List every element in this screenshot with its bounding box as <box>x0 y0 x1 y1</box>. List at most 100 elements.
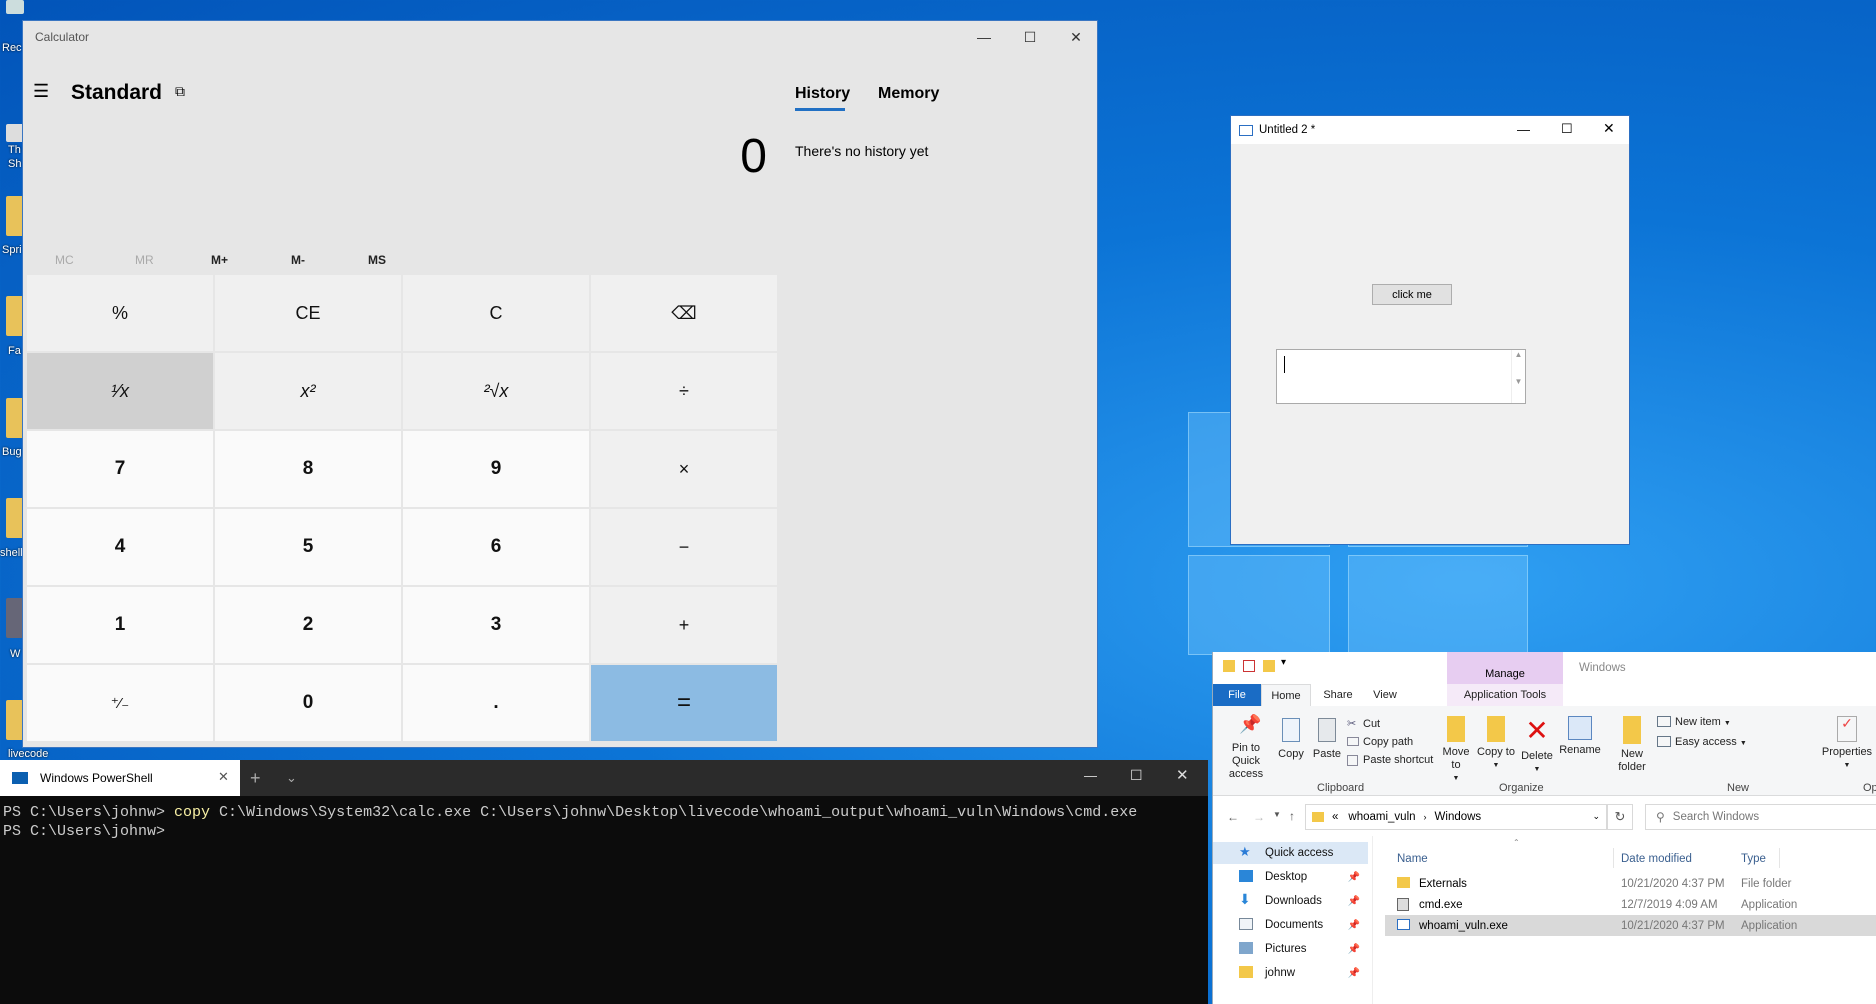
column-type[interactable]: Type <box>1741 853 1766 865</box>
copy-to-button[interactable]: Copy to ▼ <box>1477 716 1515 772</box>
ms-button[interactable]: MS <box>368 253 386 267</box>
terminal-output[interactable]: PS C:\Users\johnw> copy C:\Windows\Syste… <box>0 796 1208 841</box>
tab-view[interactable]: View <box>1363 684 1407 706</box>
nav-desktop[interactable]: Desktop 📌 <box>1213 866 1368 888</box>
cut-button[interactable]: ✂ Cut <box>1347 718 1380 731</box>
digit-6-button[interactable]: 6 <box>403 509 589 585</box>
percent-button[interactable]: % <box>27 275 213 351</box>
digit-0-button[interactable]: 0 <box>215 665 401 741</box>
mc-button[interactable]: MC <box>55 253 74 267</box>
move-to-button[interactable]: Move to ▼ <box>1437 716 1475 785</box>
file-row-selected[interactable]: whoami_vuln.exe 10/21/2020 4:37 PM Appli… <box>1385 915 1876 936</box>
new-tab-icon[interactable]: + <box>250 768 261 789</box>
column-name[interactable]: Name <box>1397 853 1428 865</box>
tab-history[interactable]: History <box>795 85 850 103</box>
desktop-icon[interactable] <box>6 0 24 14</box>
breadcrumb-windows[interactable]: Windows <box>1435 811 1482 823</box>
explorer-titlebar[interactable]: ▾ Manage Windows <box>1213 652 1876 684</box>
digit-4-button[interactable]: 4 <box>27 509 213 585</box>
close-button[interactable]: ✕ <box>1176 766 1189 784</box>
tab-powershell[interactable]: Windows PowerShell ✕ <box>0 760 240 796</box>
easy-access-button[interactable]: Easy access ▼ <box>1657 736 1747 750</box>
manage-context-tab[interactable]: Manage <box>1447 652 1563 684</box>
subtract-button[interactable]: − <box>591 509 777 585</box>
tab-memory[interactable]: Memory <box>878 85 939 103</box>
backspace-button[interactable]: ⌫ <box>591 275 777 351</box>
address-bar[interactable]: « whoami_vuln › Windows ⌄ <box>1305 804 1607 830</box>
breadcrumb-whoami-vuln[interactable]: whoami_vuln <box>1348 811 1415 823</box>
ce-button[interactable]: CE <box>215 275 401 351</box>
negate-button[interactable]: ⁺⁄₋ <box>27 665 213 741</box>
properties-button[interactable]: ✓ Properties ▼ <box>1819 716 1875 772</box>
delete-button[interactable]: ✕ Delete ▼ <box>1519 716 1555 776</box>
hamburger-menu-icon[interactable]: ☰ <box>33 81 49 102</box>
tab-home[interactable]: Home <box>1261 684 1311 706</box>
rename-button[interactable]: Rename <box>1557 716 1603 757</box>
mr-button[interactable]: MR <box>135 253 154 267</box>
minimize-button[interactable]: — <box>1517 122 1530 137</box>
divide-button[interactable]: ÷ <box>591 353 777 429</box>
equals-button[interactable]: = <box>591 665 777 741</box>
search-input[interactable]: ⚲ Search Windows <box>1645 804 1876 830</box>
pin-icon[interactable]: 📌 <box>1348 944 1360 955</box>
digit-8-button[interactable]: 8 <box>215 431 401 507</box>
sqrt-button[interactable]: ²√x <box>403 353 589 429</box>
nav-downloads[interactable]: ⬇ Downloads 📌 <box>1213 890 1368 912</box>
nav-pictures[interactable]: Pictures 📌 <box>1213 938 1368 960</box>
pin-icon[interactable]: 📌 <box>1348 920 1360 931</box>
maximize-button[interactable]: ☐ <box>1561 121 1573 137</box>
pin-icon[interactable]: 📌 <box>1348 896 1360 907</box>
c-button[interactable]: C <box>403 275 589 351</box>
file-row[interactable]: cmd.exe 12/7/2019 4:09 AM Application <box>1385 894 1876 915</box>
close-tab-icon[interactable]: ✕ <box>218 769 229 785</box>
minimize-button[interactable]: — <box>961 21 1007 53</box>
customize-toolbar-icon[interactable]: ▾ <box>1281 657 1286 668</box>
copy-path-button[interactable]: Copy path <box>1347 736 1413 749</box>
new-folder-icon[interactable] <box>1263 660 1275 672</box>
file-row[interactable]: Externals 10/21/2020 4:37 PM File folder <box>1385 873 1876 894</box>
column-date-modified[interactable]: Date modified <box>1621 853 1692 865</box>
digit-2-button[interactable]: 2 <box>215 587 401 663</box>
back-arrow-icon[interactable]: ← <box>1227 810 1239 824</box>
digit-9-button[interactable]: 9 <box>403 431 589 507</box>
keep-on-top-icon[interactable]: ⧉ <box>175 83 185 100</box>
pin-to-quick-access-button[interactable]: 📌 Pin to Quick access <box>1217 715 1275 781</box>
new-folder-button[interactable]: New folder <box>1613 716 1651 774</box>
new-item-button[interactable]: New item ▼ <box>1657 716 1731 730</box>
properties-icon[interactable] <box>1243 660 1255 672</box>
m-minus-button[interactable]: M- <box>291 253 305 267</box>
digit-7-button[interactable]: 7 <box>27 431 213 507</box>
multiply-button[interactable]: × <box>591 431 777 507</box>
digit-5-button[interactable]: 5 <box>215 509 401 585</box>
tab-file[interactable]: File <box>1213 684 1261 706</box>
breadcrumb-overflow[interactable]: « <box>1332 811 1338 823</box>
digit-1-button[interactable]: 1 <box>27 587 213 663</box>
recent-locations-icon[interactable]: ▼ <box>1273 810 1281 819</box>
minimize-button[interactable]: — <box>1084 768 1097 783</box>
nav-johnw[interactable]: johnw 📌 <box>1213 962 1368 984</box>
address-dropdown-icon[interactable]: ⌄ <box>1592 811 1600 822</box>
refresh-button[interactable]: ↻ <box>1607 804 1633 830</box>
digit-3-button[interactable]: 3 <box>403 587 589 663</box>
text-input[interactable]: ▲ ▼ <box>1276 349 1526 404</box>
pin-icon[interactable]: 📌 <box>1348 872 1360 883</box>
chevron-down-icon[interactable]: ⌄ <box>286 770 297 786</box>
tab-application-tools[interactable]: Application Tools <box>1447 684 1563 706</box>
reciprocal-button[interactable]: ¹⁄x <box>27 353 213 429</box>
click-me-button[interactable]: click me <box>1372 284 1452 305</box>
tab-share[interactable]: Share <box>1313 684 1363 706</box>
close-button[interactable]: ✕ <box>1603 120 1615 137</box>
nav-quick-access[interactable]: ★ Quick access <box>1213 842 1368 864</box>
decimal-button[interactable]: . <box>403 665 589 741</box>
maximize-button[interactable]: ☐ <box>1007 21 1053 53</box>
pin-icon[interactable]: 📌 <box>1348 968 1360 979</box>
nav-documents[interactable]: Documents 📌 <box>1213 914 1368 936</box>
up-arrow-icon[interactable]: ↑ <box>1289 809 1295 823</box>
maximize-button[interactable]: ☐ <box>1130 767 1143 784</box>
paste-button[interactable]: Paste <box>1309 718 1345 761</box>
forward-arrow-icon[interactable]: → <box>1253 810 1265 824</box>
close-button[interactable]: ✕ <box>1053 21 1099 53</box>
add-button[interactable]: + <box>591 587 777 663</box>
paste-shortcut-button[interactable]: Paste shortcut <box>1347 754 1433 767</box>
copy-button[interactable]: Copy <box>1273 718 1309 761</box>
